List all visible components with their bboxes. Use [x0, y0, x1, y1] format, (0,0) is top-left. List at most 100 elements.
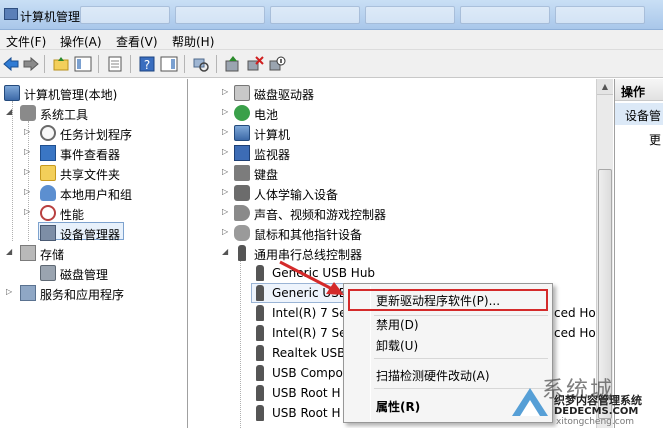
device-category-label: 声音、视频和游戏控制器: [254, 208, 387, 222]
device-category-hid[interactable]: ▷ 人体学输入设备: [218, 183, 596, 203]
device-category-disk-drives[interactable]: ▷ 磁盘驱动器: [218, 83, 596, 103]
device-category-label: 计算机: [254, 128, 291, 142]
performance-icon: [40, 205, 56, 221]
expand-arrow-icon[interactable]: ▷: [222, 87, 232, 96]
taskbar-button[interactable]: [460, 6, 550, 24]
expand-arrow-icon[interactable]: ▷: [222, 207, 232, 216]
collapse-arrow-icon[interactable]: ◢: [222, 247, 232, 256]
device-category-battery[interactable]: ▷ 电池: [218, 103, 596, 123]
usb-device-label: Intel(R) 7 Se: [272, 326, 347, 340]
tree-item-task-scheduler[interactable]: ▷ 任务计划程序: [0, 123, 188, 143]
tree-line: [240, 258, 241, 428]
tree-item-shared-folders[interactable]: ▷ 共享文件夹: [0, 163, 188, 183]
tree-item-device-manager[interactable]: 设备管理器: [0, 223, 188, 243]
expand-arrow-icon[interactable]: ▷: [222, 167, 232, 176]
disk-drive-icon: [234, 85, 250, 101]
toolbar-separator: [216, 55, 217, 73]
usb-device-label: USB Compo: [272, 366, 343, 380]
actions-more-link[interactable]: 更: [649, 131, 661, 148]
taskbar-button[interactable]: [365, 6, 455, 24]
update-driver-icon[interactable]: [224, 55, 242, 73]
expand-arrow-icon[interactable]: ▷: [222, 147, 232, 156]
expand-arrow-icon[interactable]: ▷: [222, 107, 232, 116]
device-category-keyboards[interactable]: ▷ 键盘: [218, 163, 596, 183]
device-category-label: 监视器: [254, 148, 291, 162]
tree-item-disk-management[interactable]: 磁盘管理: [0, 263, 188, 283]
usb-device-label: USB Root H: [272, 406, 341, 420]
usb-icon: [256, 405, 264, 421]
menu-item-disable[interactable]: 禁用(D): [376, 316, 419, 333]
expand-arrow-icon[interactable]: ▷: [24, 167, 34, 176]
actions-device-manager[interactable]: 设备管: [615, 103, 663, 125]
shared-folder-icon: [40, 165, 56, 181]
users-icon: [40, 185, 56, 201]
device-manager-icon: [40, 225, 56, 241]
up-folder-icon[interactable]: [52, 55, 70, 73]
device-category-computer[interactable]: ▷ 计算机: [218, 123, 596, 143]
device-category-sound[interactable]: ▷ 声音、视频和游戏控制器: [218, 203, 596, 223]
forward-arrow-icon[interactable]: [22, 55, 40, 73]
taskbar-button[interactable]: [175, 6, 265, 24]
menu-item-uninstall[interactable]: 卸载(U): [376, 337, 418, 354]
menu-item-properties[interactable]: 属性(R): [376, 398, 420, 415]
expand-arrow-icon[interactable]: ▷: [222, 227, 232, 236]
tree-item-storage[interactable]: ◢ 存储: [0, 243, 188, 263]
usb-icon: [256, 385, 264, 401]
back-arrow-icon[interactable]: [2, 55, 20, 73]
tree-item-services-apps[interactable]: ▷ 服务和应用程序: [0, 283, 188, 303]
expand-arrow-icon[interactable]: ▷: [222, 187, 232, 196]
tree-item-performance[interactable]: ▷ 性能: [0, 203, 188, 223]
uninstall-device-icon[interactable]: [246, 55, 264, 73]
usb-icon: [238, 245, 246, 261]
expand-arrow-icon[interactable]: ▷: [24, 187, 34, 196]
menu-action[interactable]: 操作(A): [60, 33, 102, 50]
usb-device-label: Generic USB: [272, 286, 347, 300]
disk-icon: [40, 265, 56, 281]
mouse-icon: [234, 225, 250, 241]
expand-arrow-icon[interactable]: ▷: [24, 207, 34, 216]
tree-item-root[interactable]: 计算机管理(本地): [0, 83, 188, 103]
properties-sheet-icon[interactable]: [106, 55, 124, 73]
device-category-label: 人体学输入设备: [254, 188, 339, 202]
tree-item-event-viewer[interactable]: ▷ 事件查看器: [0, 143, 188, 163]
tree-item-local-users[interactable]: ▷ 本地用户和组: [0, 183, 188, 203]
taskbar-button[interactable]: [555, 6, 645, 24]
taskbar-button[interactable]: [270, 6, 360, 24]
menu-view[interactable]: 查看(V): [116, 33, 158, 50]
taskbar-button[interactable]: [80, 6, 170, 24]
collapse-arrow-icon[interactable]: ◢: [6, 247, 16, 256]
device-category-mice[interactable]: ▷ 鼠标和其他指针设备: [218, 223, 596, 243]
collapse-arrow-icon[interactable]: ◢: [6, 107, 16, 116]
menu-item-scan-hardware[interactable]: 扫描检测硬件改动(A): [376, 367, 490, 384]
expand-arrow-icon[interactable]: ▷: [6, 287, 16, 296]
device-category-usb[interactable]: ◢ 通用串行总线控制器: [218, 243, 596, 263]
usb-device-item[interactable]: Generic USB Hub: [250, 263, 596, 283]
show-action-pane-icon[interactable]: [160, 55, 178, 73]
disable-device-icon[interactable]: [268, 55, 286, 73]
expand-arrow-icon[interactable]: ▷: [24, 127, 34, 136]
event-viewer-icon: [40, 145, 56, 161]
show-tree-icon[interactable]: [74, 55, 92, 73]
scan-hardware-icon[interactable]: [192, 55, 210, 73]
tree-item-label: 服务和应用程序: [40, 288, 125, 302]
monitor-icon: [234, 145, 250, 161]
usb-icon: [256, 305, 264, 321]
expand-arrow-icon[interactable]: ▷: [222, 127, 232, 136]
battery-icon: [234, 105, 250, 121]
menu-separator: [374, 358, 548, 359]
menu-item-update-driver[interactable]: 更新驱动程序软件(P)...: [376, 292, 500, 309]
menu-file[interactable]: 文件(F): [6, 33, 46, 50]
menu-help[interactable]: 帮助(H): [172, 33, 214, 50]
help-icon[interactable]: ?: [138, 55, 156, 73]
scroll-up-arrow-icon[interactable]: ▲: [597, 79, 613, 95]
tree-item-label: 任务计划程序: [60, 128, 133, 142]
usb-icon: [256, 365, 264, 381]
device-category-monitors[interactable]: ▷ 监视器: [218, 143, 596, 163]
computer-icon: [4, 85, 20, 101]
tree-item-label: 共享文件夹: [60, 168, 121, 182]
menu-bar: 文件(F) 操作(A) 查看(V) 帮助(H): [0, 30, 663, 50]
expand-arrow-icon[interactable]: ▷: [24, 147, 34, 156]
tree-item-system-tools[interactable]: ◢ 系统工具: [0, 103, 188, 123]
usb-icon: [256, 265, 264, 281]
actions-header: 操作: [615, 79, 663, 101]
